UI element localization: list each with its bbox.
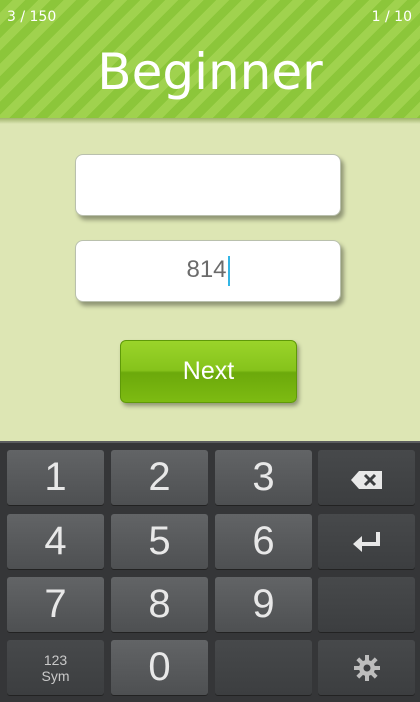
blank-key-2[interactable] [215, 640, 312, 695]
symbols-key-line2: Sym [41, 668, 70, 684]
progress-counter-left: 3 / 150 [7, 9, 57, 25]
text-cursor [227, 255, 230, 286]
key-2[interactable]: 2 [111, 450, 208, 505]
next-button[interactable]: Next [120, 340, 297, 403]
gear-icon [353, 655, 380, 681]
key-4[interactable]: 4 [7, 514, 104, 569]
answer-field-1[interactable] [75, 154, 341, 216]
enter-icon [352, 532, 380, 552]
key-8[interactable]: 8 [111, 577, 208, 632]
key-6[interactable]: 6 [215, 514, 312, 569]
backspace-icon [350, 471, 382, 489]
header-shadow [0, 118, 420, 124]
answer-field-2-text: 814 [76, 241, 340, 301]
answer-field-1-value [76, 155, 340, 215]
symbols-key-line1: 123 [43, 652, 68, 668]
answer-field-2-value: 814 [186, 256, 227, 283]
symbols-key[interactable]: 123 Sym [7, 640, 104, 695]
answer-field-2[interactable]: 814 [75, 240, 341, 302]
key-1[interactable]: 1 [7, 450, 104, 505]
key-0[interactable]: 0 [111, 640, 208, 695]
blank-key[interactable] [318, 577, 415, 632]
page-title: Beginner [97, 43, 323, 101]
key-3[interactable]: 3 [215, 450, 312, 505]
progress-counter-right: 1 / 10 [371, 9, 412, 25]
backspace-key[interactable] [318, 450, 415, 505]
enter-key[interactable] [318, 514, 415, 569]
settings-key[interactable] [318, 640, 415, 695]
key-9[interactable]: 9 [215, 577, 312, 632]
key-5[interactable]: 5 [111, 514, 208, 569]
key-7[interactable]: 7 [7, 577, 104, 632]
